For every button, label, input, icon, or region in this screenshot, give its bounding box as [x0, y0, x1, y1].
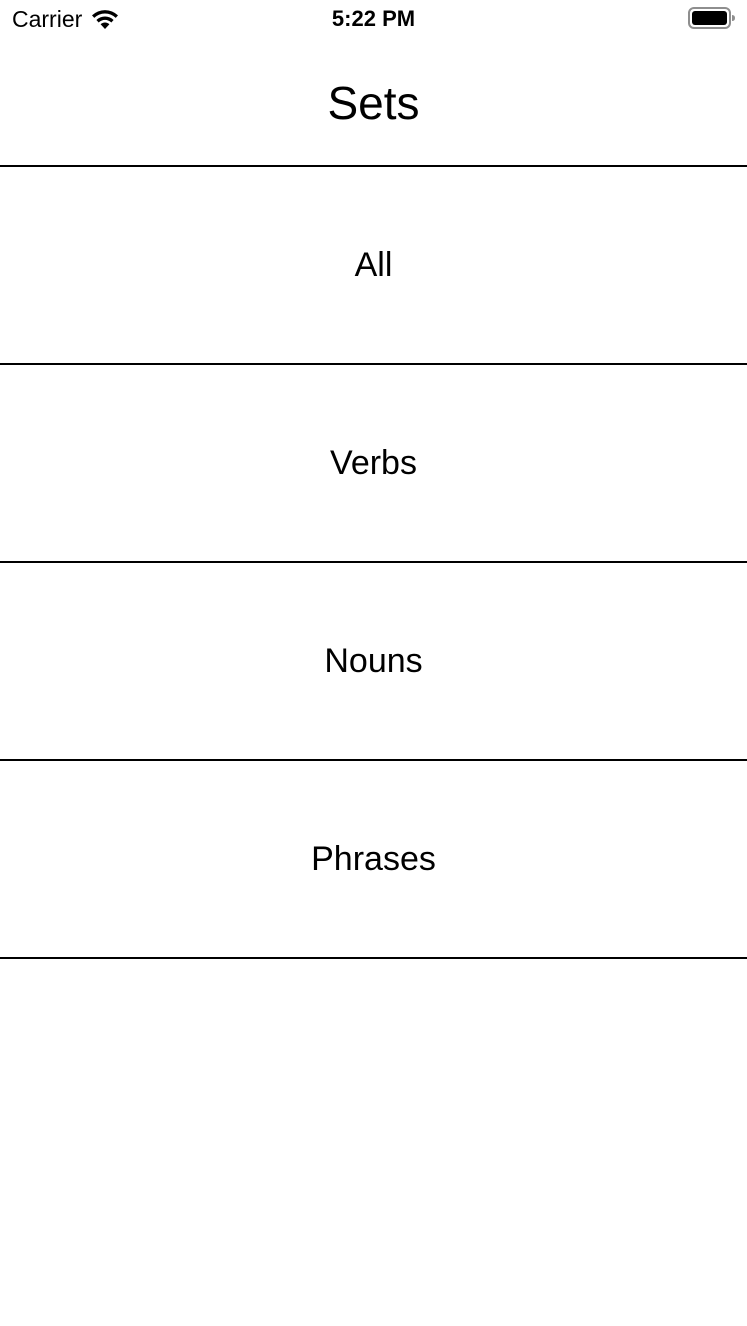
set-label: Verbs [330, 444, 417, 482]
set-label: Nouns [324, 642, 423, 680]
set-label: Phrases [311, 840, 436, 878]
set-row-all[interactable]: All [0, 167, 747, 365]
set-row-verbs[interactable]: Verbs [0, 365, 747, 563]
status-time: 5:22 PM [331, 6, 416, 31]
status-bar: Carrier 5:22 PM [0, 0, 747, 40]
battery-full-icon [688, 7, 735, 29]
sets-list: All Verbs Nouns Phrases [0, 165, 747, 959]
set-row-phrases[interactable]: Phrases [0, 761, 747, 959]
page-title: Sets [327, 77, 420, 129]
set-row-nouns[interactable]: Nouns [0, 563, 747, 761]
set-label: All [354, 246, 393, 284]
